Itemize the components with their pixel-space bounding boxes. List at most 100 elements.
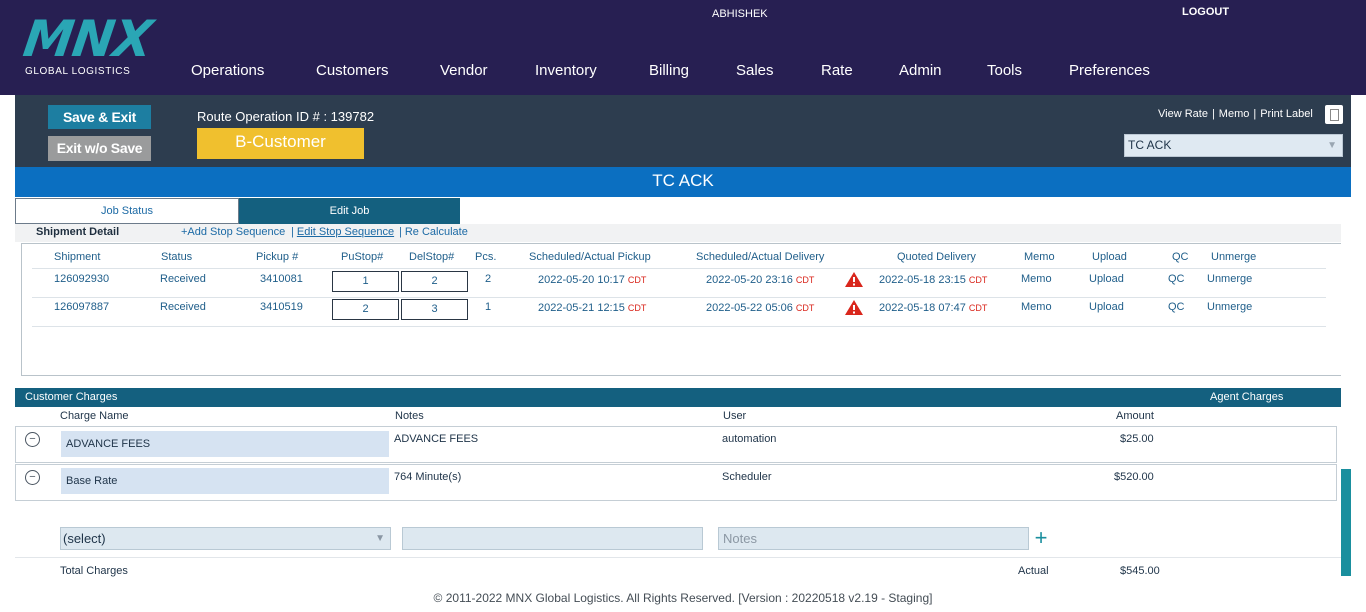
timezone-label: CDT bbox=[795, 275, 815, 285]
page-title: TC ACK bbox=[15, 167, 1351, 197]
col-status: Status bbox=[161, 251, 193, 263]
row-divider bbox=[32, 268, 1326, 269]
upload-link[interactable]: Upload bbox=[1089, 273, 1124, 285]
remove-charge-icon[interactable]: − bbox=[25, 470, 40, 485]
link-separator: | bbox=[1211, 108, 1215, 120]
timezone-label: CDT bbox=[968, 303, 988, 313]
chevron-down-icon: ▼ bbox=[375, 533, 385, 544]
shipment-link[interactable]: 126092930 bbox=[54, 273, 109, 285]
mnx-logo[interactable]: MNX GLOBAL LOGISTICS bbox=[20, 10, 160, 78]
timezone-label: CDT bbox=[795, 303, 815, 313]
scheduled-pickup-value: 2022-05-20 10:17 bbox=[538, 274, 625, 286]
scrollbar-thumb[interactable] bbox=[1341, 469, 1351, 576]
logo-mark: MNX bbox=[19, 10, 156, 68]
scheduled-delivery: 2022-05-22 05:06 CDT bbox=[706, 302, 814, 314]
nav-rate[interactable]: Rate bbox=[821, 62, 853, 79]
charge-amount: $25.00 bbox=[1120, 433, 1154, 445]
col-notes: Notes bbox=[395, 410, 424, 422]
charge-notes: 764 Minute(s) bbox=[394, 471, 462, 483]
customer-charges-title: Customer Charges bbox=[25, 391, 118, 403]
quoted-delivery-value: 2022-05-18 07:47 bbox=[879, 302, 966, 314]
add-stop-sequence-link[interactable]: +Add Stop Sequence bbox=[181, 226, 285, 238]
pieces: 1 bbox=[485, 301, 492, 313]
totals-divider bbox=[15, 557, 1341, 558]
actual-label: Actual bbox=[1018, 565, 1049, 577]
qc-link[interactable]: QC bbox=[1168, 273, 1185, 285]
col-charge-name: Charge Name bbox=[60, 410, 129, 422]
scheduled-delivery-value: 2022-05-22 05:06 bbox=[706, 302, 793, 314]
col-pickup: Pickup # bbox=[256, 251, 299, 263]
delstop-input[interactable]: 3 bbox=[401, 299, 468, 320]
customer-type-badge: B-Customer bbox=[197, 128, 364, 159]
nav-admin[interactable]: Admin bbox=[899, 62, 942, 79]
charge-type-select[interactable]: (select) ▼ bbox=[60, 527, 391, 550]
charge-user: Scheduler bbox=[722, 471, 772, 483]
col-sched-delivery: Scheduled/Actual Delivery bbox=[696, 251, 825, 263]
col-delstop: DelStop# bbox=[409, 251, 455, 263]
nav-sales[interactable]: Sales bbox=[736, 62, 774, 79]
nav-vendor[interactable]: Vendor bbox=[440, 62, 488, 79]
row-divider bbox=[32, 297, 1326, 298]
tab-job-status[interactable]: Job Status bbox=[15, 198, 239, 224]
memo-link[interactable]: Memo bbox=[1219, 108, 1250, 120]
top-header: MNX GLOBAL LOGISTICS ABHISHEK LOGOUT Ope… bbox=[0, 0, 1366, 95]
nav-customers[interactable]: Customers bbox=[316, 62, 389, 79]
unmerge-link[interactable]: Unmerge bbox=[1207, 301, 1252, 313]
exit-without-save-button[interactable]: Exit w/o Save bbox=[48, 136, 151, 161]
scheduled-delivery-value: 2022-05-20 23:16 bbox=[706, 274, 793, 286]
agent-charges-link[interactable]: Agent Charges bbox=[1210, 391, 1283, 403]
unmerge-link[interactable]: Unmerge bbox=[1207, 273, 1252, 285]
memo-link[interactable]: Memo bbox=[1021, 301, 1052, 313]
nav-preferences[interactable]: Preferences bbox=[1069, 62, 1150, 79]
remove-charge-icon[interactable]: − bbox=[25, 432, 40, 447]
document-icon[interactable] bbox=[1325, 105, 1343, 124]
save-exit-button[interactable]: Save & Exit bbox=[48, 105, 151, 129]
warning-icon bbox=[845, 272, 863, 287]
warning-icon bbox=[845, 300, 863, 315]
nav-tools[interactable]: Tools bbox=[987, 62, 1022, 79]
pustop-input[interactable]: 1 bbox=[332, 271, 399, 292]
tab-edit-job[interactable]: Edit Job bbox=[239, 198, 460, 224]
shipment-link[interactable]: 126097887 bbox=[54, 301, 109, 313]
recalculate-label: Re Calculate bbox=[404, 226, 468, 238]
col-user: User bbox=[723, 410, 747, 422]
recalculate-link[interactable]: | Re Calculate bbox=[399, 226, 468, 238]
timezone-label: CDT bbox=[627, 303, 647, 313]
quoted-delivery-value: 2022-05-18 23:15 bbox=[879, 274, 966, 286]
delstop-input[interactable]: 2 bbox=[401, 271, 468, 292]
status-select[interactable]: TC ACK ▼ bbox=[1124, 134, 1343, 157]
nav-operations[interactable]: Operations bbox=[191, 62, 264, 79]
print-label-link[interactable]: Print Label bbox=[1260, 108, 1313, 120]
quoted-delivery: 2022-05-18 23:15 CDT bbox=[879, 274, 987, 286]
nav-billing[interactable]: Billing bbox=[649, 62, 689, 79]
shipment-status: Received bbox=[160, 301, 206, 313]
memo-link[interactable]: Memo bbox=[1021, 273, 1052, 285]
total-charges-label: Total Charges bbox=[60, 565, 128, 577]
shipment-status: Received bbox=[160, 273, 206, 285]
charge-name-field[interactable]: Base Rate bbox=[61, 468, 389, 494]
edit-stop-sequence-link[interactable]: | Edit Stop Sequence bbox=[291, 226, 394, 238]
pustop-input[interactable]: 2 bbox=[332, 299, 399, 320]
scheduled-delivery: 2022-05-20 23:16 CDT bbox=[706, 274, 814, 286]
add-charge-icon[interactable]: + bbox=[1032, 527, 1050, 549]
charges-header-bar bbox=[15, 388, 1341, 407]
view-rate-link[interactable]: View Rate bbox=[1158, 108, 1208, 120]
logout-link[interactable]: LOGOUT bbox=[1182, 6, 1229, 18]
charge-amount-input[interactable] bbox=[402, 527, 703, 550]
col-qc: QC bbox=[1172, 251, 1189, 263]
charge-type-select-value: (select) bbox=[63, 531, 106, 546]
col-sched-pickup: Scheduled/Actual Pickup bbox=[529, 251, 651, 263]
nav-inventory[interactable]: Inventory bbox=[535, 62, 597, 79]
edit-stop-sequence-label: Edit Stop Sequence bbox=[296, 226, 395, 238]
scheduled-pickup-value: 2022-05-21 12:15 bbox=[538, 302, 625, 314]
qc-link[interactable]: QC bbox=[1168, 301, 1185, 313]
username: ABHISHEK bbox=[712, 8, 768, 20]
charge-name-field[interactable]: ADVANCE FEES bbox=[61, 431, 389, 457]
charge-notes-input[interactable]: Notes bbox=[718, 527, 1029, 550]
upload-link[interactable]: Upload bbox=[1089, 301, 1124, 313]
col-upload: Upload bbox=[1092, 251, 1127, 263]
shipment-detail-title: Shipment Detail bbox=[36, 226, 120, 238]
total-charges-value: $545.00 bbox=[1120, 565, 1160, 577]
timezone-label: CDT bbox=[627, 275, 647, 285]
charge-amount: $520.00 bbox=[1114, 471, 1154, 483]
